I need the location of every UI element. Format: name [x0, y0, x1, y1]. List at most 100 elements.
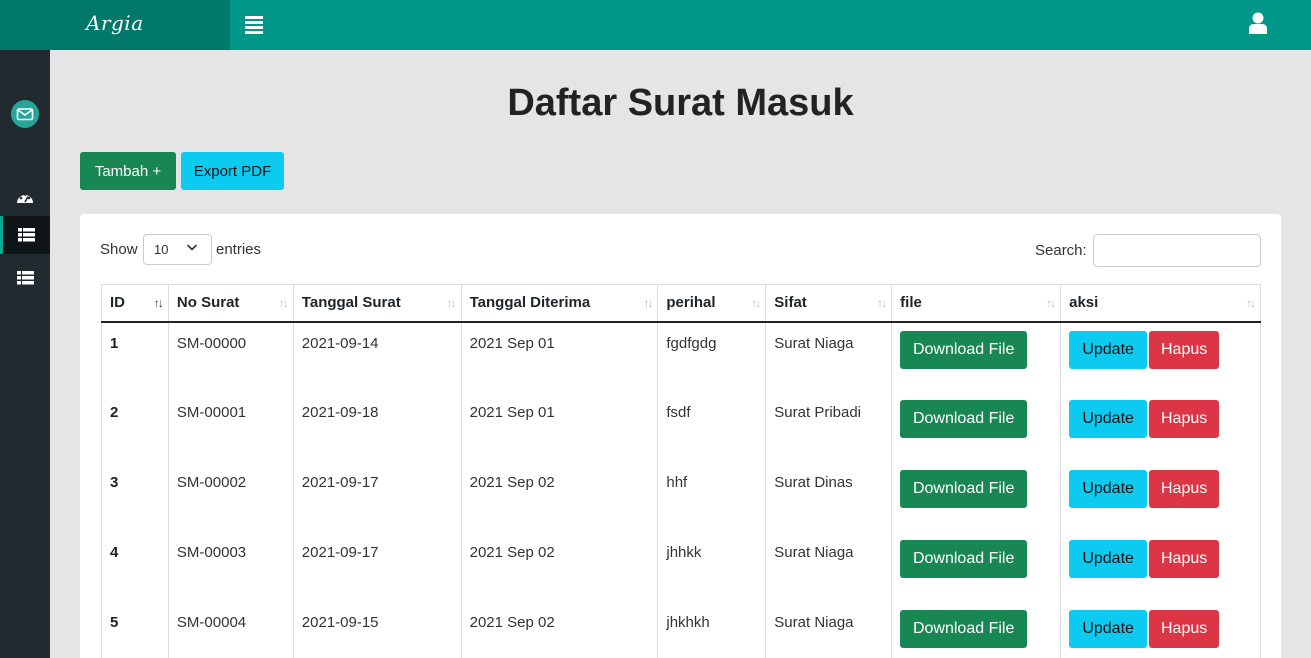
show-label: Show [100, 241, 138, 258]
column-header-no-surat[interactable]: No Surat ↑↓ [167, 284, 294, 323]
update-button[interactable]: Update [1069, 539, 1148, 578]
table-header-row: ID ↑↓ No Surat ↑↓ Tanggal Surat ↑↓ Tanggal … [101, 284, 1261, 323]
download-file-button[interactable]: Download File [900, 539, 1028, 578]
update-button[interactable]: Update [1069, 399, 1148, 438]
cell-no-surat: SM-00004 [167, 601, 294, 658]
download-file-button[interactable]: Download File [900, 609, 1028, 648]
cell-file: Download File [891, 461, 1061, 532]
delete-button[interactable]: Hapus [1149, 539, 1220, 578]
cell-tanggal-diterima: 2021 Sep 02 [460, 601, 658, 658]
cell-sifat: Surat Pribadi [765, 391, 892, 462]
cell-id: 5 [101, 601, 169, 658]
cell-file: Download File [891, 391, 1061, 462]
column-header-id[interactable]: ID ↑↓ [101, 284, 169, 323]
sort-icon: ↑↓ [278, 296, 289, 310]
top-navbar: Argia [0, 0, 1311, 50]
sidebar-item-dashboard[interactable] [0, 178, 50, 216]
search-input[interactable] [1093, 234, 1261, 267]
table-row: 5 SM-00004 2021-09-15 2021 Sep 02 jhkhkh… [101, 601, 1261, 658]
column-header-file[interactable]: file ↑↓ [891, 284, 1061, 323]
brand-logo[interactable]: Argia [86, 11, 144, 35]
table-row: 1 SM-00000 2021-09-14 2021 Sep 01 fgdfgd… [101, 321, 1261, 392]
cell-id: 2 [101, 391, 169, 462]
cell-tanggal-diterima: 2021 Sep 02 [460, 461, 658, 532]
cell-sifat: Surat Niaga [765, 601, 892, 658]
cell-sifat: Surat Niaga [765, 531, 892, 602]
cell-aksi: Update Hapus [1060, 321, 1261, 392]
update-button[interactable]: Update [1069, 469, 1148, 508]
delete-button[interactable]: Hapus [1149, 469, 1220, 508]
cell-perihal: fsdf [657, 391, 766, 462]
sort-asc-icon: ↑↓ [153, 296, 164, 310]
dashboard-icon [17, 193, 33, 203]
mail-icon[interactable] [11, 100, 39, 128]
update-button[interactable]: Update [1069, 609, 1148, 648]
delete-button[interactable]: Hapus [1149, 330, 1220, 369]
sort-icon: ↑↓ [877, 296, 887, 310]
hamburger-icon[interactable] [245, 16, 263, 35]
cell-aksi: Update Hapus [1060, 391, 1261, 462]
cell-id: 1 [101, 321, 169, 392]
cell-aksi: Update Hapus [1060, 601, 1261, 658]
table-row: 2 SM-00001 2021-09-18 2021 Sep 01 fsdf S… [101, 391, 1261, 462]
sort-icon: ↑↓ [1246, 296, 1256, 310]
cell-tanggal-diterima: 2021 Sep 01 [460, 391, 658, 462]
entries-length-value: 10 [154, 242, 169, 257]
download-file-button[interactable]: Download File [900, 399, 1028, 438]
cell-id: 3 [101, 461, 169, 532]
brand-area[interactable]: Argia [0, 0, 230, 50]
surat-masuk-table: ID ↑↓ No Surat ↑↓ Tanggal Surat ↑↓ Tanggal … [101, 284, 1261, 658]
cell-tanggal-surat: 2021-09-15 [292, 601, 462, 658]
chevron-down-icon [186, 244, 198, 251]
column-header-aksi[interactable]: aksi ↑↓ [1060, 284, 1261, 323]
sort-icon: ↑↓ [751, 296, 761, 310]
cell-file: Download File [891, 601, 1061, 658]
update-button[interactable]: Update [1069, 330, 1148, 369]
sort-icon: ↑↓ [1046, 296, 1056, 310]
list-icon [18, 228, 35, 242]
sidebar [0, 50, 50, 658]
user-icon[interactable] [1249, 12, 1267, 34]
column-header-tanggal-surat[interactable]: Tanggal Surat ↑↓ [292, 284, 462, 323]
delete-button[interactable]: Hapus [1149, 609, 1220, 648]
download-file-button[interactable]: Download File [900, 469, 1028, 508]
column-header-tanggal-diterima[interactable]: Tanggal Diterima ↑↓ [460, 284, 658, 323]
page-title: Daftar Surat Masuk [507, 82, 854, 124]
cell-file: Download File [891, 531, 1061, 602]
cell-tanggal-diterima: 2021 Sep 02 [460, 531, 658, 602]
cell-file: Download File [891, 321, 1061, 392]
entries-length-select[interactable]: 10 [143, 234, 212, 265]
delete-button[interactable]: Hapus [1149, 399, 1220, 438]
sort-icon: ↑↓ [446, 296, 457, 310]
cell-aksi: Update Hapus [1060, 531, 1261, 602]
list-icon [16, 271, 34, 285]
entries-label: entries [216, 241, 262, 258]
column-header-perihal[interactable]: perihal ↑↓ [657, 284, 766, 323]
sort-icon: ↑↓ [643, 296, 653, 310]
column-header-sifat[interactable]: Sifat ↑↓ [765, 284, 892, 323]
export-pdf-button[interactable]: Export PDF [181, 152, 284, 190]
cell-perihal: fgdfgdg [657, 321, 766, 392]
download-file-button[interactable]: Download File [900, 330, 1028, 369]
cell-id: 4 [101, 531, 169, 602]
cell-tanggal-surat: 2021-09-18 [292, 391, 462, 462]
table-card: Show 10 entries Search: ID ↑↓ No Surat ↑↓ … [80, 214, 1281, 658]
cell-tanggal-surat: 2021-09-17 [292, 531, 462, 602]
cell-sifat: Surat Dinas [765, 461, 892, 532]
cell-perihal: jhhkk [657, 531, 766, 602]
sidebar-item-surat-masuk[interactable] [0, 216, 50, 254]
cell-sifat: Surat Niaga [765, 321, 892, 392]
cell-no-surat: SM-00001 [167, 391, 294, 462]
cell-no-surat: SM-00002 [167, 461, 294, 532]
table-row: 4 SM-00003 2021-09-17 2021 Sep 02 jhhkk … [101, 531, 1261, 602]
cell-perihal: jhkhkh [657, 601, 766, 658]
cell-perihal: hhf [657, 461, 766, 532]
cell-no-surat: SM-00000 [167, 321, 294, 392]
cell-aksi: Update Hapus [1060, 461, 1261, 532]
cell-tanggal-surat: 2021-09-17 [292, 461, 462, 532]
search-label: Search: [1035, 242, 1087, 259]
sidebar-item-surat-keluar[interactable] [0, 259, 50, 297]
add-button[interactable]: Tambah + [80, 152, 176, 190]
table-row: 3 SM-00002 2021-09-17 2021 Sep 02 hhf Su… [101, 461, 1261, 532]
cell-tanggal-surat: 2021-09-14 [292, 321, 462, 392]
